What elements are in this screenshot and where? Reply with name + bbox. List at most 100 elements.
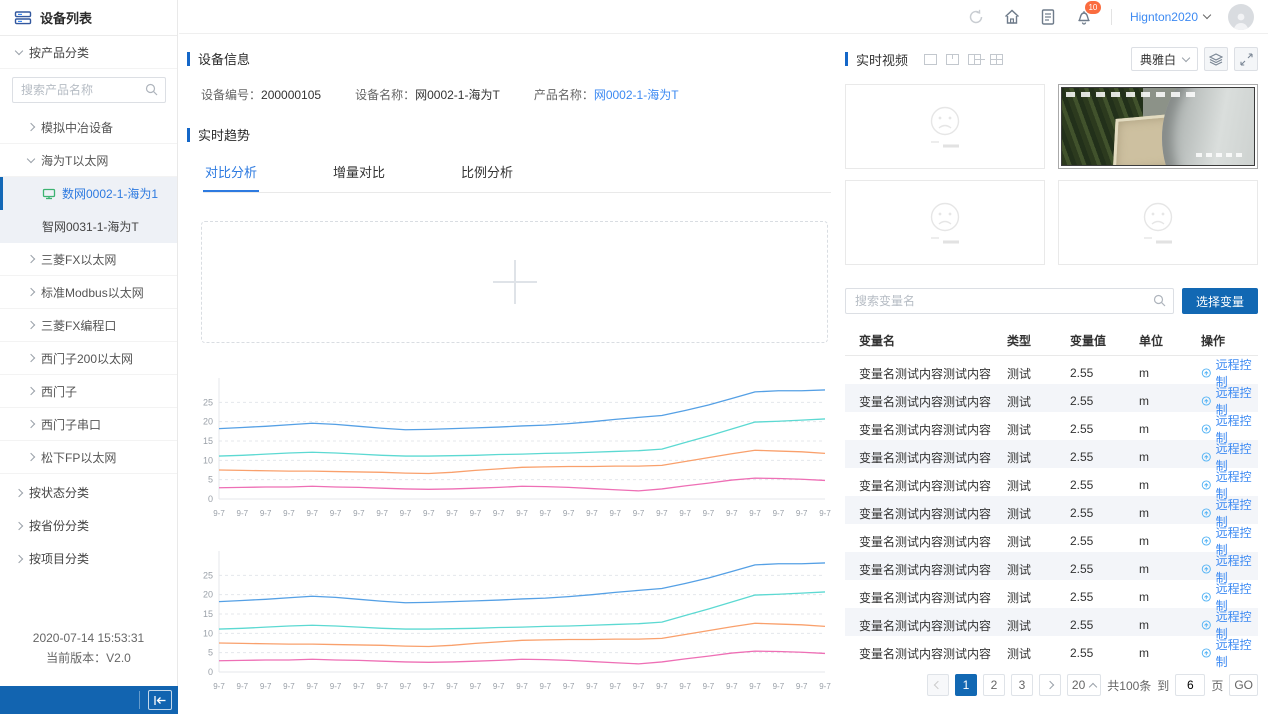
variable-value-cell: 2.55 <box>1070 422 1139 436</box>
variable-value-cell: 2.55 <box>1070 394 1139 408</box>
variable-type-cell: 测试 <box>1007 505 1070 522</box>
total-count-label: 共100条 <box>1107 677 1151 694</box>
goto-suffix-label: 页 <box>1211 677 1223 694</box>
variable-name-cell: 变量名测试内容测试内容 <box>859 561 1007 578</box>
variable-unit-cell: m <box>1139 646 1201 660</box>
table-row: 变量名测试内容测试内容 测试 2.55 m 远程控制 <box>845 608 1258 636</box>
sad-face-icon <box>913 198 977 248</box>
table-row: 变量名测试内容测试内容 测试 2.55 m 远程控制 <box>845 440 1258 468</box>
prev-page-button[interactable] <box>927 674 949 696</box>
theme-select[interactable]: 典雅白 <box>1131 47 1198 71</box>
sidebar-item-category-3[interactable]: 标准Modbus以太网 <box>0 276 177 309</box>
page-button-2[interactable]: 2 <box>983 674 1005 696</box>
section-accent-bar <box>187 128 190 142</box>
toolbar-divider <box>1111 9 1112 25</box>
camera-label-overlay <box>1196 153 1246 157</box>
sidebar-item-category-8[interactable]: 松下FP以太网 <box>0 441 177 474</box>
right-panel: 实时视频 典雅白 <box>845 35 1258 714</box>
goto-page-input[interactable] <box>1175 674 1205 696</box>
fullscreen-button[interactable] <box>1234 47 1258 71</box>
variable-search-input[interactable] <box>845 288 1174 314</box>
svg-text:9-7: 9-7 <box>306 682 318 691</box>
sidebar-item-category-5[interactable]: 西门子200以太网 <box>0 342 177 375</box>
video-slot-4-empty[interactable] <box>1058 180 1258 265</box>
search-icon <box>145 83 158 96</box>
sidebar-item-category-6[interactable]: 西门子 <box>0 375 177 408</box>
sidebar-item-category-2[interactable]: 三菱FX以太网 <box>0 243 177 276</box>
video-slot-3-empty[interactable] <box>845 180 1045 265</box>
remote-control-icon <box>1201 591 1212 603</box>
variable-type-cell: 测试 <box>1007 477 1070 494</box>
device-name-field: 设备名称：网0002-1-海为T <box>355 86 500 103</box>
user-menu[interactable]: Hignton2020 <box>1130 10 1210 24</box>
chevron-right-icon <box>27 354 35 362</box>
sidebar-group-province[interactable]: 按省份分类 <box>0 509 177 542</box>
variable-unit-cell: m <box>1139 478 1201 492</box>
document-icon[interactable] <box>1039 8 1057 26</box>
plus-icon <box>493 260 537 304</box>
svg-text:9-7: 9-7 <box>330 509 342 518</box>
sidebar-item-category-1[interactable]: 海为T以太网 <box>0 144 177 177</box>
section-accent-bar <box>187 52 190 66</box>
sidebar-group-product[interactable]: 按产品分类 <box>0 36 177 69</box>
remote-control-link[interactable]: 远程控制 <box>1201 636 1258 670</box>
variable-type-cell: 测试 <box>1007 533 1070 550</box>
sidebar-item-category-7[interactable]: 西门子串口 <box>0 408 177 441</box>
camera-timestamp-overlay <box>1066 92 1200 97</box>
device-list-icon <box>14 10 32 26</box>
svg-text:9-7: 9-7 <box>540 682 552 691</box>
layout-two-pane-icon[interactable] <box>946 54 959 65</box>
variable-type-cell: 测试 <box>1007 561 1070 578</box>
layout-three-pane-icon[interactable] <box>968 54 981 65</box>
sidebar-item-device-1[interactable]: 智网0031-1-海为T <box>0 210 177 243</box>
page-button-3[interactable]: 3 <box>1011 674 1033 696</box>
page-size-select[interactable]: 20 <box>1067 674 1101 696</box>
notifications[interactable]: 10 <box>1075 8 1093 26</box>
layers-button[interactable] <box>1204 47 1228 71</box>
search-icon <box>1153 294 1166 307</box>
tab-increment-compare[interactable]: 增量对比 <box>331 156 387 192</box>
sidebar-title: 设备列表 <box>40 8 92 27</box>
svg-text:9-7: 9-7 <box>400 509 412 518</box>
table-row: 变量名测试内容测试内容 测试 2.55 m 远程控制 <box>845 552 1258 580</box>
layout-grid-icon[interactable] <box>990 54 1003 65</box>
product-name-link[interactable]: 网0002-1-海为T <box>594 88 679 102</box>
variable-name-cell: 变量名测试内容测试内容 <box>859 645 1007 662</box>
video-section-header: 实时视频 典雅白 <box>845 47 1258 71</box>
sidebar-group-status[interactable]: 按状态分类 <box>0 476 177 509</box>
svg-text:9-7: 9-7 <box>563 509 575 518</box>
svg-text:9-7: 9-7 <box>353 682 365 691</box>
layout-single-icon[interactable] <box>924 54 937 65</box>
sidebar-item-category-0[interactable]: 模拟中冶设备 <box>0 111 177 144</box>
select-variable-button[interactable]: 选择变量 <box>1182 288 1258 314</box>
section-accent-bar <box>845 52 848 66</box>
video-layout-switcher <box>924 54 1003 65</box>
video-slot-2-live[interactable] <box>1058 84 1258 169</box>
chevron-right-icon <box>27 255 35 263</box>
svg-text:9-7: 9-7 <box>446 682 458 691</box>
tab-compare-analysis[interactable]: 对比分析 <box>203 156 259 192</box>
chevron-right-icon <box>27 387 35 395</box>
sidebar-group-project[interactable]: 按项目分类 <box>0 542 177 575</box>
avatar[interactable] <box>1228 4 1254 30</box>
collapse-sidebar-button[interactable] <box>148 690 172 710</box>
table-row: 变量名测试内容测试内容 测试 2.55 m 远程控制 <box>845 356 1258 384</box>
svg-text:9-7: 9-7 <box>516 509 528 518</box>
video-slot-1-empty[interactable] <box>845 84 1045 169</box>
sidebar-item-device-selected[interactable]: 数网0002-1-海为1 <box>0 177 177 210</box>
svg-text:9-7: 9-7 <box>470 509 482 518</box>
svg-text:9-7: 9-7 <box>330 682 342 691</box>
refresh-icon[interactable] <box>967 8 985 26</box>
variable-value-cell: 2.55 <box>1070 534 1139 548</box>
product-search-input[interactable] <box>12 77 166 103</box>
next-page-button[interactable] <box>1039 674 1061 696</box>
home-icon[interactable] <box>1003 8 1021 26</box>
tab-ratio-analysis[interactable]: 比例分析 <box>459 156 515 192</box>
go-button[interactable]: GO <box>1229 674 1258 696</box>
add-variable-dropzone[interactable] <box>201 221 828 343</box>
trend-tabs: 对比分析 增量对比 比例分析 <box>203 156 831 193</box>
svg-text:9-7: 9-7 <box>423 509 435 518</box>
sidebar-item-category-4[interactable]: 三菱FX编程口 <box>0 309 177 342</box>
page-button-1[interactable]: 1 <box>955 674 977 696</box>
chevron-right-icon <box>27 288 35 296</box>
